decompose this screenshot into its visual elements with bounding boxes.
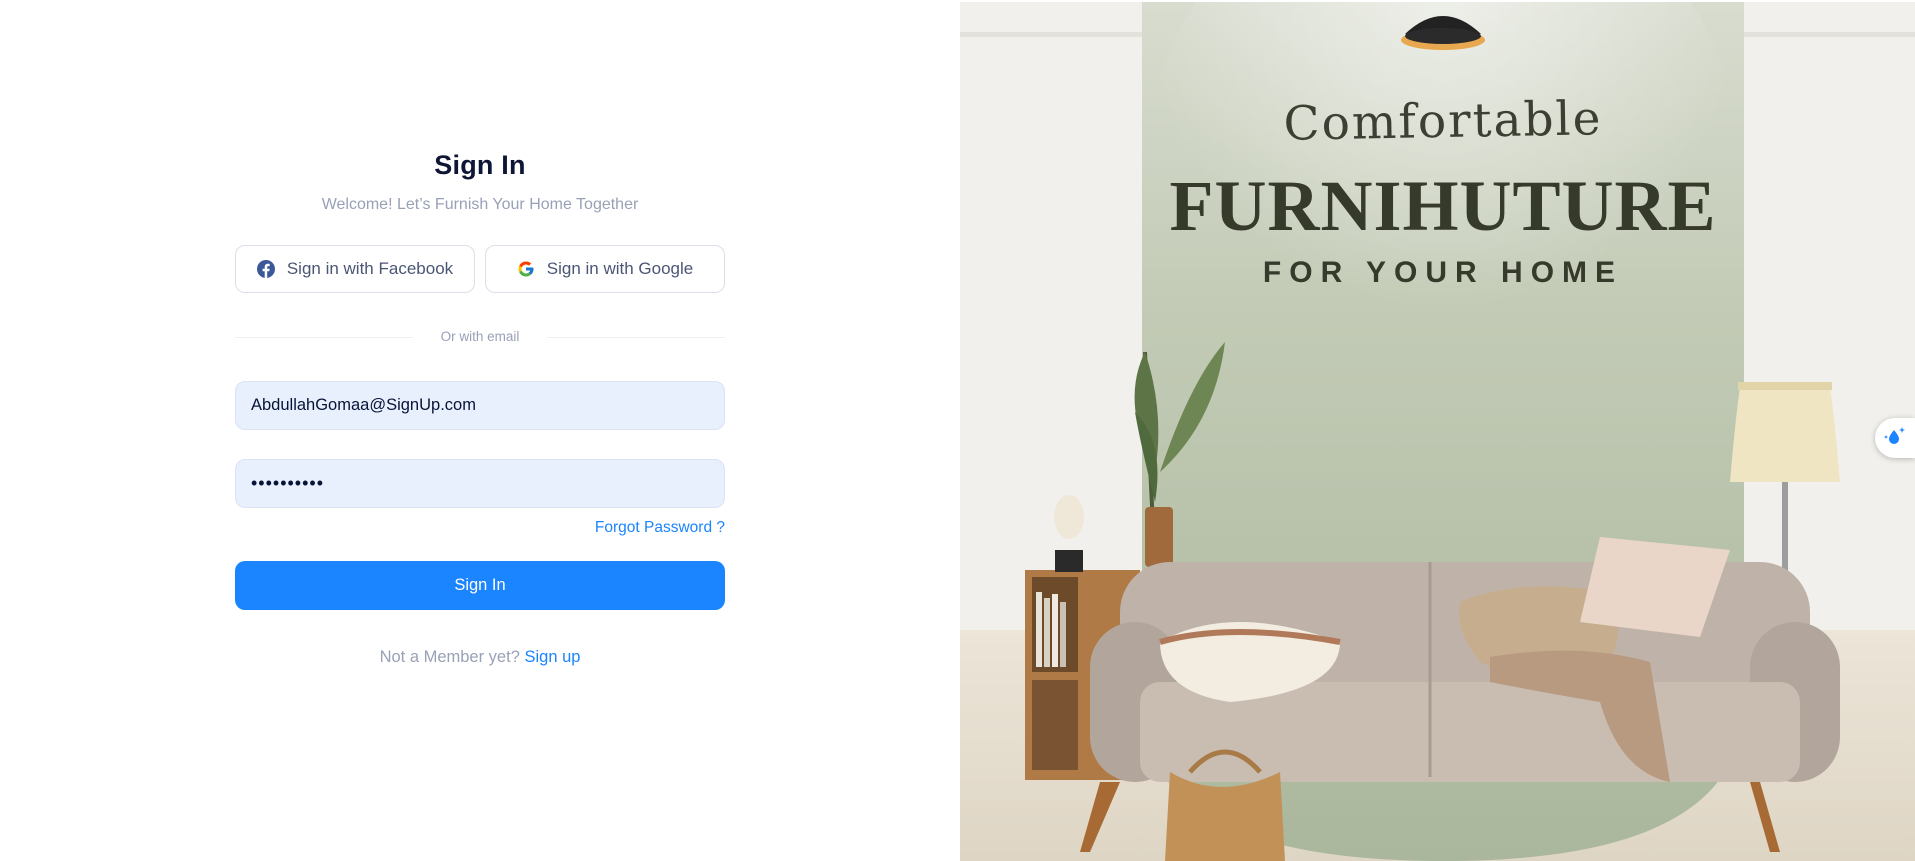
signin-form: Sign In Welcome! Let’s Furnish Your Home…: [235, 150, 725, 667]
email-field[interactable]: [235, 381, 725, 430]
promo-line-for-your-home: FOR YOUR HOME: [1262, 256, 1624, 289]
signin-panel: Sign In Welcome! Let’s Furnish Your Home…: [0, 0, 960, 861]
google-icon: [517, 260, 535, 278]
google-signin-label: Sign in with Google: [546, 259, 694, 278]
page-subtitle: Welcome! Let’s Furnish Your Home Togethe…: [321, 196, 639, 213]
promo-image: Comfortable FURNIHUTURE FOR YOUR HOME: [960, 2, 1915, 861]
forgot-password-row: Forgot Password ?: [235, 519, 725, 537]
promo-line-furniture: FURNIHUTURE: [1169, 166, 1717, 246]
floating-assistant-button[interactable]: [1875, 418, 1915, 458]
signin-submit-button[interactable]: Sign In: [235, 561, 725, 610]
email-divider: Or with email: [235, 329, 725, 344]
sparkle-droplet-icon: [1883, 424, 1907, 453]
social-signin-row: Sign in with Facebook Sign in with Googl…: [235, 245, 725, 293]
signup-prompt: Not a Member yet? Sign up: [235, 648, 725, 667]
google-signin-button[interactable]: Sign in with Google: [485, 245, 725, 293]
page-title: Sign In: [434, 150, 526, 180]
facebook-icon: [256, 260, 275, 278]
facebook-signin-button[interactable]: Sign in with Facebook: [235, 245, 475, 293]
facebook-signin-label: Sign in with Facebook: [286, 259, 454, 278]
signup-prompt-text: Not a Member yet?: [379, 648, 520, 666]
divider-line-right: [547, 337, 725, 338]
forgot-password-link[interactable]: Forgot Password ?: [595, 519, 725, 536]
promo-line-comfortable: Comfortable: [1283, 91, 1603, 152]
password-field[interactable]: [235, 459, 725, 508]
signup-link[interactable]: Sign up: [524, 648, 580, 666]
